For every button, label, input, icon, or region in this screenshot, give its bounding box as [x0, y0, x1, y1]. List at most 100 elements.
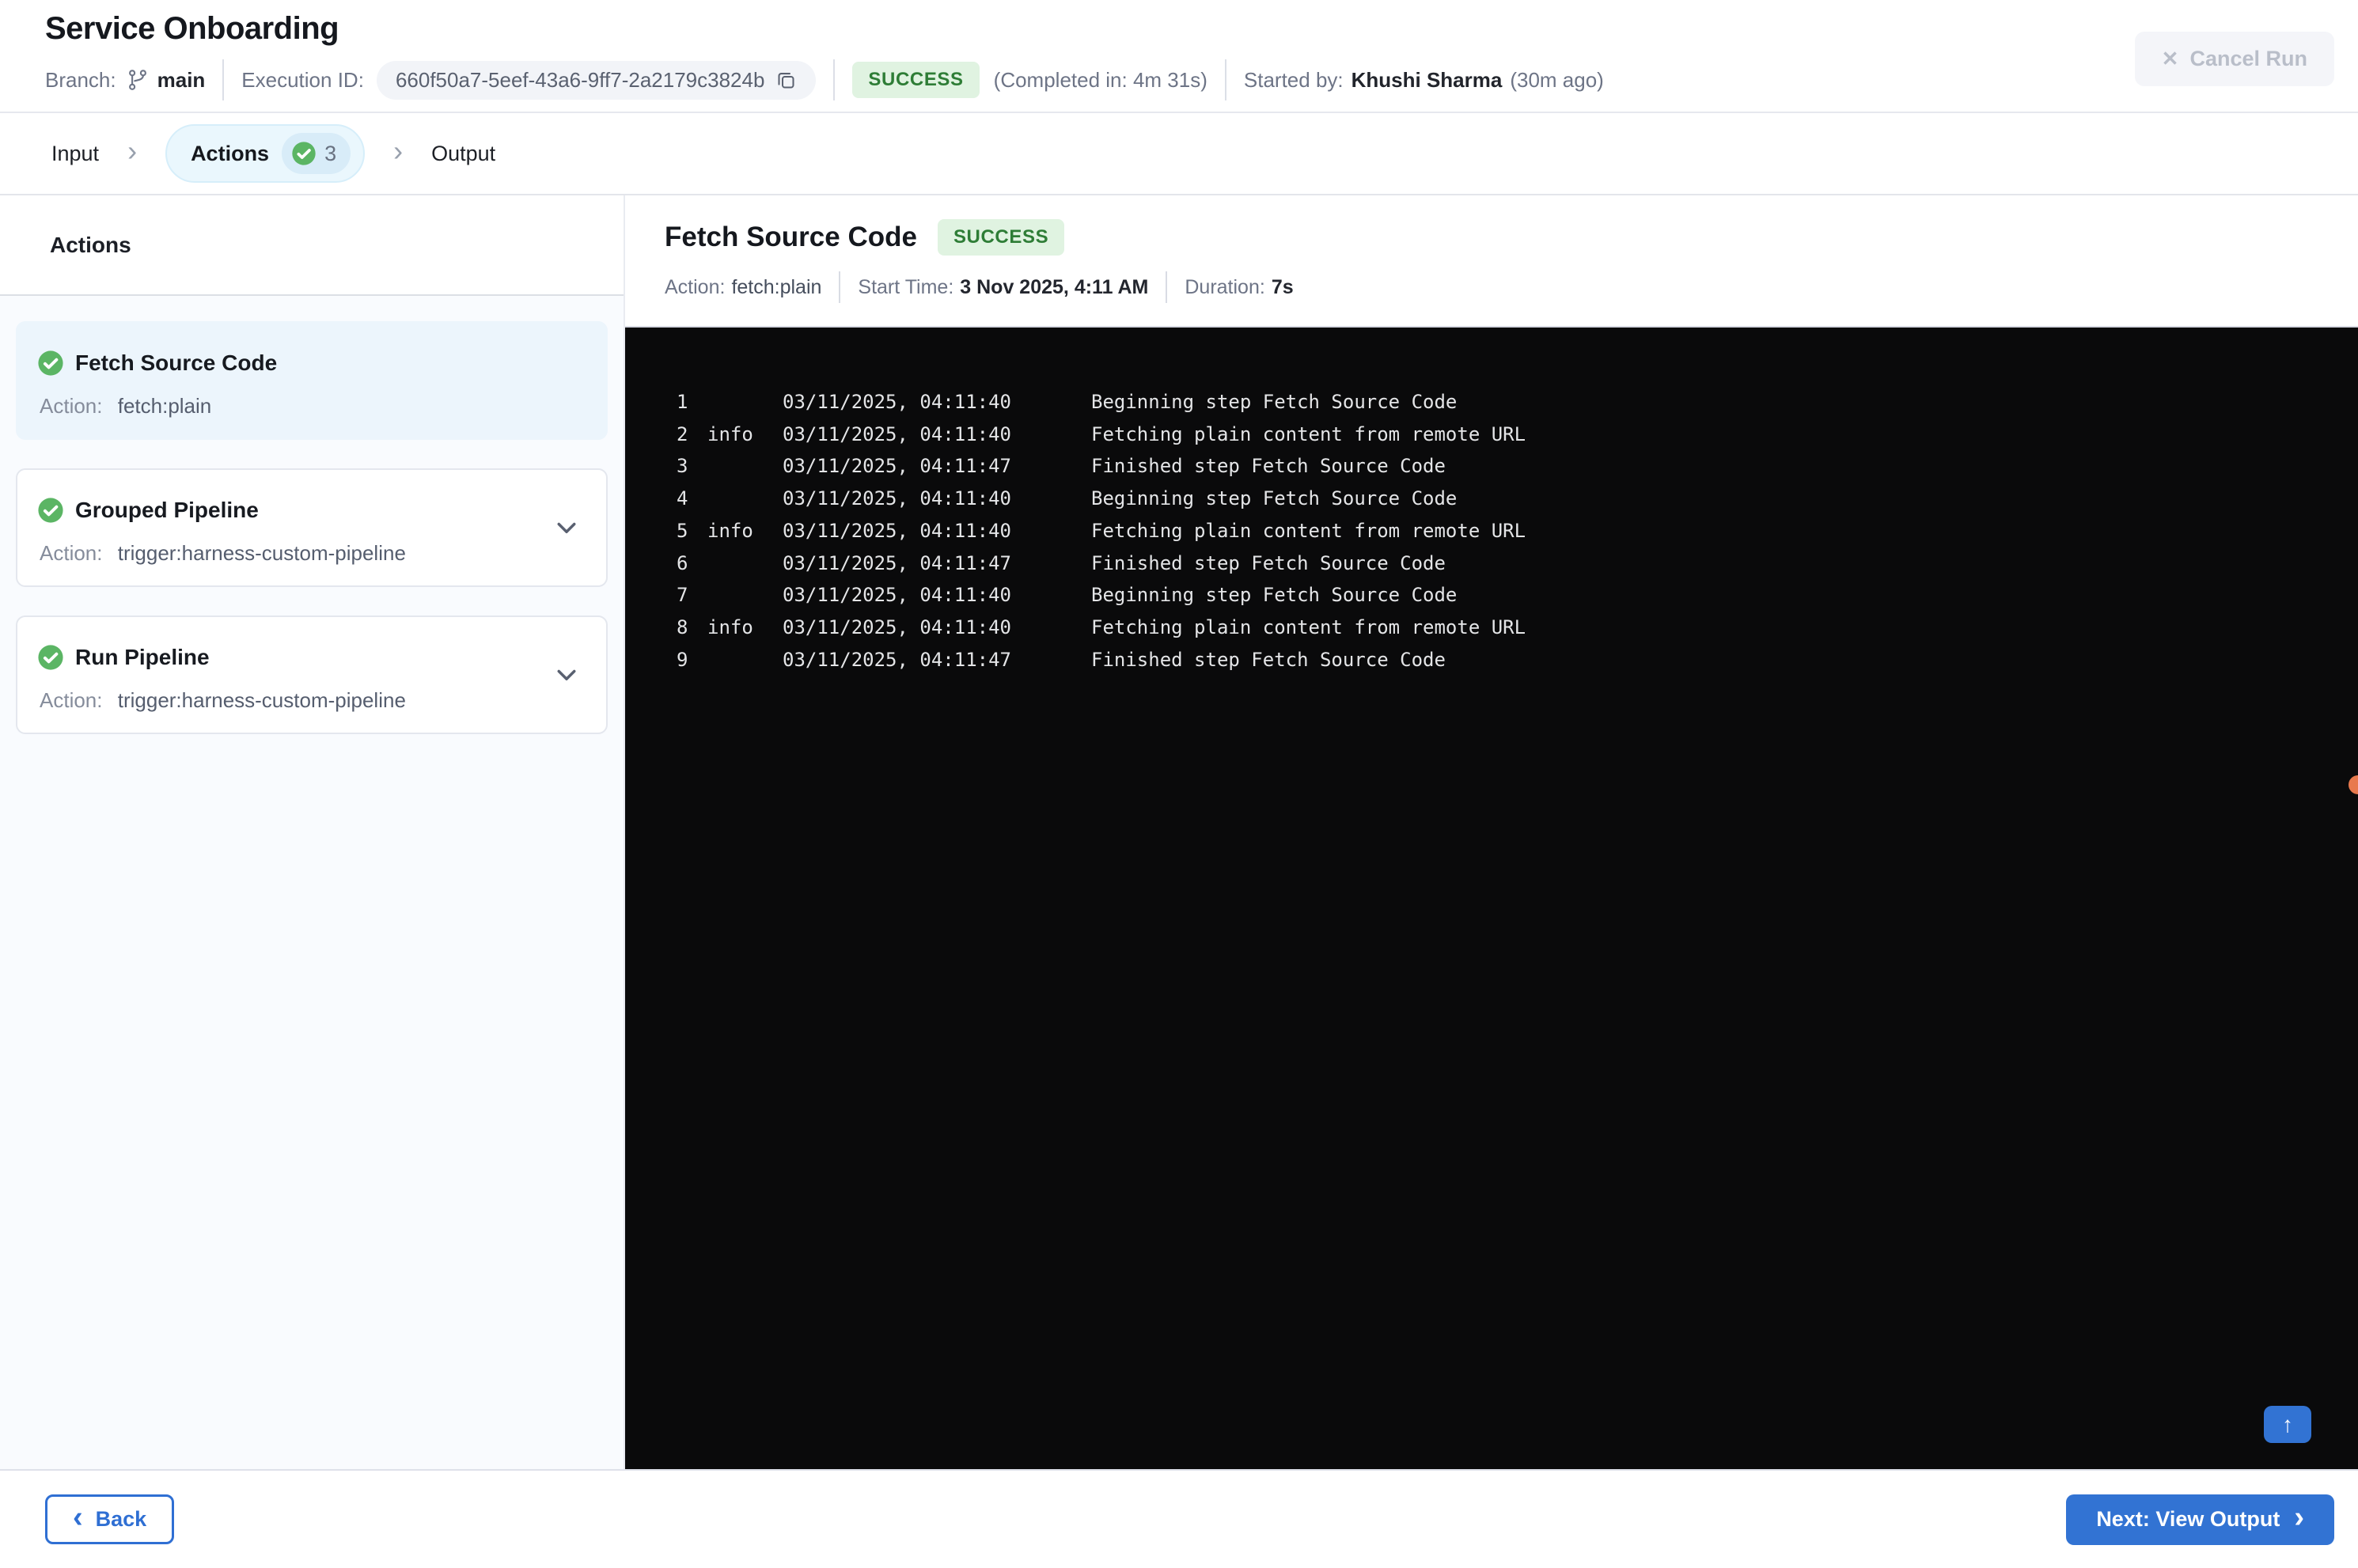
- card-action-row: Action: trigger:harness-custom-pipeline: [37, 541, 584, 566]
- divider: [1166, 271, 1168, 303]
- content-area: Actions Fetch Source Code Action: fetch:…: [0, 195, 2358, 1469]
- card-action-value: trigger:harness-custom-pipeline: [117, 541, 406, 565]
- action-card-run-pipeline[interactable]: Run Pipeline Action: trigger:harness-cus…: [16, 615, 608, 734]
- log-message: Fetching plain content from remote URL: [1091, 615, 1526, 638]
- action-card-grouped-pipeline[interactable]: Grouped Pipeline Action: trigger:harness…: [16, 468, 608, 587]
- detail-action-value: fetch:plain: [731, 275, 822, 298]
- card-action-label: Action:: [40, 394, 103, 418]
- card-title: Grouped Pipeline: [75, 498, 259, 522]
- tab-input[interactable]: Input: [51, 142, 99, 166]
- status-badge: SUCCESS: [852, 62, 980, 98]
- log-level: [707, 386, 783, 419]
- log-line: 5 info 03/11/2025, 04:11:40 Fetching pla…: [625, 515, 2358, 547]
- check-circle-icon: [37, 497, 64, 524]
- execution-id-pill: 660f50a7-5eef-43a6-9ff7-2a2179c3824b: [376, 60, 817, 100]
- started-by-label: Started by:: [1243, 67, 1344, 92]
- log-console: 1 03/11/2025, 04:11:40 Beginning step Fe…: [625, 326, 2358, 1469]
- chevron-down-icon[interactable]: [552, 661, 581, 689]
- log-line-number: 7: [677, 584, 688, 607]
- completed-in-text: (Completed in: 4m 31s): [993, 67, 1207, 92]
- detail-duration-value: 7s: [1271, 275, 1294, 298]
- chevron-down-icon[interactable]: [552, 513, 581, 542]
- divider: [222, 59, 225, 100]
- footer-bar: ‹ Back Next: View Output ›: [0, 1469, 2358, 1568]
- actions-list: Fetch Source Code Action: fetch:plain Gr…: [0, 296, 624, 1469]
- card-title: Fetch Source Code: [75, 350, 278, 375]
- branch-label: Branch:: [45, 67, 116, 92]
- console-log[interactable]: 1 03/11/2025, 04:11:40 Beginning step Fe…: [625, 328, 2358, 676]
- sidebar-heading: Actions: [0, 195, 624, 296]
- log-line: 6 03/11/2025, 04:11:47 Finished step Fet…: [625, 547, 2358, 580]
- card-action-value: trigger:harness-custom-pipeline: [117, 688, 406, 712]
- execution-id-label: Execution ID:: [241, 67, 364, 92]
- detail-action-label: Action:: [665, 275, 726, 298]
- tab-actions[interactable]: Actions 3: [165, 124, 366, 183]
- chevron-right-icon: ›: [2294, 1500, 2304, 1534]
- notification-dot: [2349, 775, 2358, 794]
- log-line: 8 info 03/11/2025, 04:11:40 Fetching pla…: [625, 612, 2358, 644]
- scroll-to-top-button[interactable]: ↑: [2264, 1406, 2311, 1443]
- started-ago-text: (30m ago): [1510, 67, 1604, 92]
- detail-meta-row: Action: fetch:plain Start Time: 3 Nov 20…: [665, 271, 2358, 303]
- log-message: Fetching plain content from remote URL: [1091, 519, 1526, 542]
- log-level: [707, 579, 783, 612]
- back-button[interactable]: ‹ Back: [45, 1494, 175, 1544]
- log-line-number: 2: [677, 422, 688, 445]
- git-branch-icon: [126, 68, 150, 92]
- log-level: info: [707, 519, 753, 542]
- detail-title-row: Fetch Source Code SUCCESS: [665, 219, 2358, 256]
- card-action-row: Action: fetch:plain: [37, 394, 584, 419]
- divider: [1224, 59, 1226, 100]
- log-level: [707, 450, 783, 483]
- copy-icon[interactable]: [775, 70, 797, 91]
- card-action-row: Action: trigger:harness-custom-pipeline: [37, 688, 584, 713]
- next-view-output-button[interactable]: Next: View Output ›: [2066, 1494, 2334, 1545]
- detail-start-time-label: Start Time:: [858, 275, 954, 298]
- log-line-number: 9: [677, 648, 688, 671]
- execution-meta-row: Branch: main Execution ID: 660f50a7-5eef…: [45, 59, 2358, 100]
- actions-count-badge: 3: [282, 133, 351, 174]
- log-level: [707, 547, 783, 580]
- log-timestamp: 03/11/2025, 04:11:47: [783, 455, 1011, 478]
- detail-title: Fetch Source Code: [665, 222, 917, 252]
- log-level: [707, 483, 783, 515]
- log-line-number: 4: [677, 487, 688, 510]
- cancel-run-label: Cancel Run: [2189, 47, 2307, 70]
- log-timestamp: 03/11/2025, 04:11:40: [783, 487, 1011, 510]
- tab-output[interactable]: Output: [431, 142, 495, 166]
- log-line: 4 03/11/2025, 04:11:40 Beginning step Fe…: [625, 483, 2358, 515]
- tab-actions-label: Actions: [191, 141, 270, 165]
- step-detail-panel: Fetch Source Code SUCCESS Action: fetch:…: [625, 195, 2358, 1469]
- log-level: [707, 644, 783, 676]
- log-line: 2 info 03/11/2025, 04:11:40 Fetching pla…: [625, 419, 2358, 451]
- step-detail-header: Fetch Source Code SUCCESS Action: fetch:…: [625, 195, 2358, 326]
- log-line-number: 8: [677, 615, 688, 638]
- detail-status-badge: SUCCESS: [937, 219, 1065, 256]
- detail-duration-label: Duration:: [1185, 275, 1265, 298]
- back-button-label: Back: [95, 1507, 147, 1531]
- close-icon: ✕: [2161, 47, 2179, 70]
- log-line: 3 03/11/2025, 04:11:47 Finished step Fet…: [625, 450, 2358, 483]
- log-line: 1 03/11/2025, 04:11:40 Beginning step Fe…: [625, 386, 2358, 419]
- chevron-right-icon: ›: [127, 134, 138, 167]
- log-line-number: 6: [677, 551, 688, 574]
- branch-name: main: [157, 67, 206, 92]
- arrow-up-icon: ↑: [2282, 1411, 2293, 1437]
- next-button-label: Next: View Output: [2096, 1507, 2280, 1531]
- log-line: 9 03/11/2025, 04:11:47 Finished step Fet…: [625, 644, 2358, 676]
- actions-sidebar: Actions Fetch Source Code Action: fetch:…: [0, 195, 625, 1469]
- log-message: Beginning step Fetch Source Code: [1091, 487, 1458, 510]
- log-line-number: 1: [677, 391, 688, 413]
- card-action-label: Action:: [40, 688, 103, 712]
- check-circle-icon: [37, 350, 64, 377]
- log-message: Beginning step Fetch Source Code: [1091, 391, 1458, 413]
- action-card-fetch-source-code[interactable]: Fetch Source Code Action: fetch:plain: [16, 321, 608, 440]
- check-circle-icon: [37, 644, 64, 671]
- card-action-label: Action:: [40, 541, 103, 565]
- detail-start-time-value: 3 Nov 2025, 4:11 AM: [960, 275, 1149, 298]
- cancel-run-button[interactable]: ✕ Cancel Run: [2134, 32, 2334, 86]
- log-timestamp: 03/11/2025, 04:11:40: [783, 584, 1011, 607]
- log-timestamp: 03/11/2025, 04:11:40: [783, 391, 1011, 413]
- started-by-name: Khushi Sharma: [1351, 67, 1503, 92]
- log-timestamp: 03/11/2025, 04:11:40: [783, 422, 1011, 445]
